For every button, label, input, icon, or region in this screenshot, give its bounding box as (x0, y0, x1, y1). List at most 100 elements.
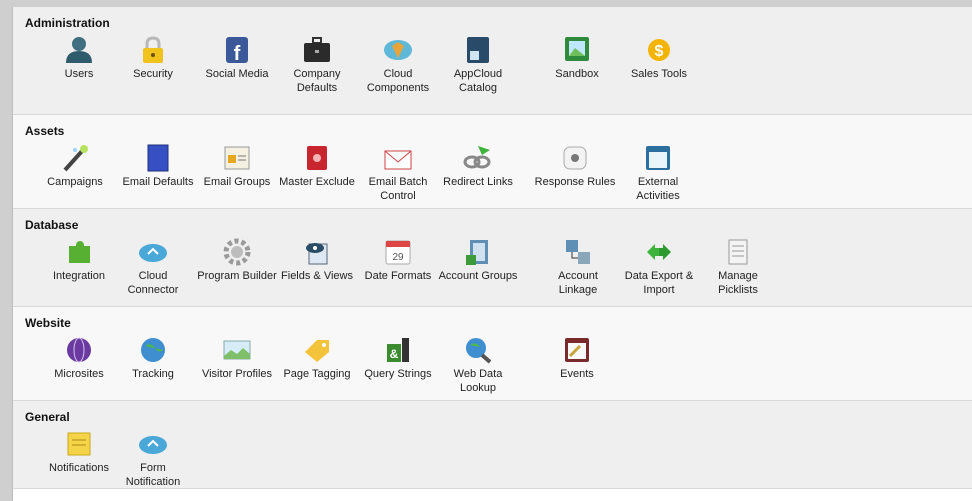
section-title: Database (25, 218, 79, 232)
tool-label: AppCloud Catalog (453, 68, 503, 94)
tool-page-tagging[interactable]: Page Tagging (276, 336, 358, 381)
magic-wand-icon (59, 144, 91, 172)
tool-cloud-components[interactable]: Cloud Components (357, 36, 439, 95)
tool-web-data-lookup[interactable]: Web Data Lookup (437, 336, 519, 395)
tool-label: Microsites (54, 368, 104, 380)
tool-data-export-import[interactable]: Data Export & Import (618, 238, 700, 297)
tool-external-activities[interactable]: External Activities (617, 144, 699, 203)
tool-label: Account Groups (438, 270, 518, 282)
tool-label: Integration (53, 270, 105, 282)
sales-tools-icon: $ (643, 36, 675, 64)
tool-form-notification[interactable]: Form Notification (112, 430, 194, 489)
tool-users[interactable]: Users (38, 36, 120, 81)
tool-label: Account Linkage (558, 270, 598, 296)
tool-email-groups[interactable]: Email Groups (196, 144, 278, 189)
account-groups-icon (462, 238, 494, 266)
cloud-components-icon (382, 36, 414, 64)
svg-text:f: f (234, 43, 241, 64)
setup-panel: Administration Users Security f Social M… (12, 7, 972, 501)
tool-label: Email Groups (203, 176, 271, 188)
tool-account-groups[interactable]: Account Groups (437, 238, 519, 283)
email-template-icon (142, 144, 174, 172)
tool-label: Program Builder (197, 270, 277, 282)
gear-icon (221, 238, 253, 266)
redirect-links-icon (462, 144, 494, 172)
calendar-activity-icon (642, 144, 674, 172)
fields-views-icon (301, 238, 333, 266)
cloud-connector-icon (137, 238, 169, 266)
web-lookup-icon (462, 336, 494, 364)
tool-program-builder[interactable]: Program Builder (196, 238, 278, 283)
tag-icon (301, 336, 333, 364)
lock-icon (137, 36, 169, 64)
tool-email-batch-control[interactable]: Email Batch Control (357, 144, 439, 203)
picklist-icon (722, 238, 754, 266)
tool-label: Query Strings (364, 368, 432, 380)
tool-label: Master Exclude (279, 176, 355, 188)
puzzle-icon (63, 238, 95, 266)
tool-social-media[interactable]: f Social Media (196, 36, 278, 81)
tool-tracking[interactable]: Tracking (112, 336, 194, 381)
tool-label: Email Defaults (122, 176, 194, 188)
tool-email-defaults[interactable]: Email Defaults (117, 144, 199, 189)
visitor-profiles-icon (221, 336, 253, 364)
tool-query-strings[interactable]: & Query Strings (357, 336, 439, 381)
tool-response-rules[interactable]: Response Rules (534, 144, 616, 189)
tool-label: Users (64, 68, 94, 80)
tool-events[interactable]: Events (536, 336, 618, 381)
tool-label: Data Export & Import (624, 270, 694, 296)
tool-microsites[interactable]: Microsites (38, 336, 120, 381)
tool-label: Visitor Profiles (201, 368, 273, 380)
tool-campaigns[interactable]: Campaigns (34, 144, 116, 189)
users-icon (63, 36, 95, 64)
master-exclude-icon (301, 144, 333, 172)
export-import-icon (643, 238, 675, 266)
section-database: Database Integration Cloud Connector Pro… (13, 209, 972, 307)
appcloud-catalog-icon (462, 36, 494, 64)
tool-label: Company Defaults (293, 68, 341, 94)
tool-label: External Activities (636, 176, 680, 202)
tool-label: Sales Tools (630, 68, 688, 80)
tool-label: Security (133, 68, 173, 80)
tracking-globe-icon (137, 336, 169, 364)
section-title: General (25, 410, 70, 424)
calendar-icon: 29 (382, 238, 414, 266)
tool-sales-tools[interactable]: $ Sales Tools (618, 36, 700, 81)
tool-label: Email Batch Control (368, 176, 428, 202)
envelope-icon (382, 144, 414, 172)
tool-master-exclude[interactable]: Master Exclude (276, 144, 358, 189)
response-rules-icon (559, 144, 591, 172)
tool-label: Manage Picklists (718, 270, 758, 296)
tool-notifications[interactable]: Notifications (38, 430, 120, 475)
tool-label: Page Tagging (283, 368, 351, 380)
section-website: Website Microsites Tracking Visitor Prof… (13, 307, 972, 401)
section-title: Administration (25, 16, 110, 30)
tool-label: Tracking (132, 368, 174, 380)
tool-label: Form Notification (125, 462, 181, 488)
facebook-icon: f (221, 36, 253, 64)
form-notification-cloud-icon (137, 430, 169, 458)
tool-label: Date Formats (364, 270, 432, 282)
tool-company-defaults[interactable]: Company Defaults (276, 36, 358, 95)
sandbox-icon (561, 36, 593, 64)
account-linkage-icon (562, 238, 594, 266)
tool-label: Web Data Lookup (453, 368, 503, 394)
tool-label: Notifications (49, 462, 109, 474)
tool-integration[interactable]: Integration (38, 238, 120, 283)
tool-appcloud-catalog[interactable]: AppCloud Catalog (437, 36, 519, 95)
tool-sandbox[interactable]: Sandbox (536, 36, 618, 81)
tool-manage-picklists[interactable]: Manage Picklists (697, 238, 779, 297)
query-strings-icon: & (382, 336, 414, 364)
section-title: Website (25, 316, 71, 330)
tool-label: Events (560, 368, 594, 380)
tool-date-formats[interactable]: 29 Date Formats (357, 238, 439, 283)
tool-fields-views[interactable]: Fields & Views (276, 238, 358, 283)
globe-icon (63, 336, 95, 364)
tool-redirect-links[interactable]: Redirect Links (437, 144, 519, 189)
tool-cloud-connector[interactable]: Cloud Connector (112, 238, 194, 297)
tool-security[interactable]: Security (112, 36, 194, 81)
tool-account-linkage[interactable]: Account Linkage (537, 238, 619, 297)
events-calendar-icon (561, 336, 593, 364)
tool-visitor-profiles[interactable]: Visitor Profiles (196, 336, 278, 381)
svg-text:29: 29 (392, 252, 404, 263)
